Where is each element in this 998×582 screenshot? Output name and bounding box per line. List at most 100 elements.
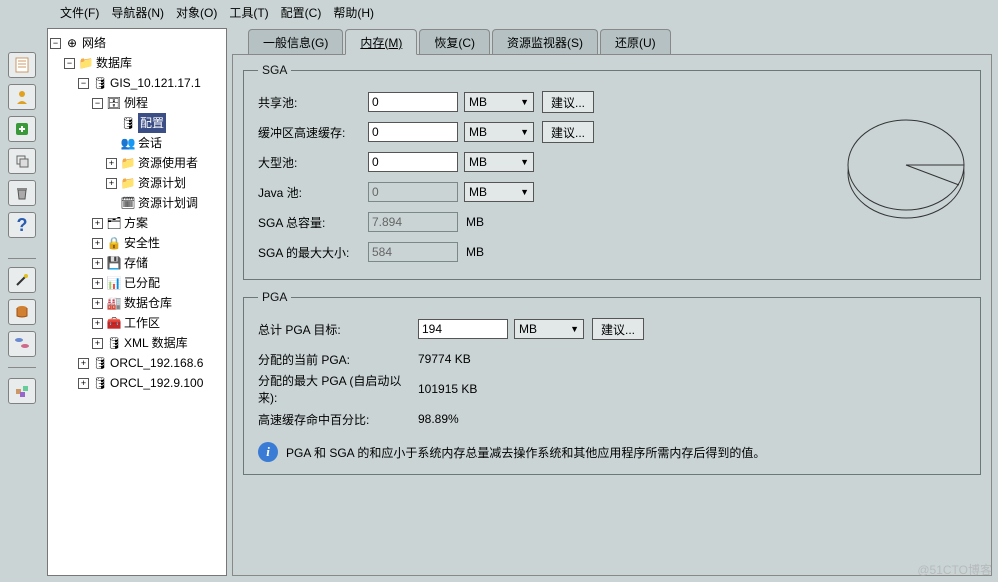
- content-area: 一般信息(G) 内存(M) 恢复(C) 资源监视器(S) 还原(U) SGA 共…: [230, 24, 998, 580]
- schema-icon: 🗂: [106, 215, 122, 231]
- network-icon: ⊕: [64, 35, 80, 51]
- menu-bar: 文件(F) 导航器(N) 对象(O) 工具(T) 配置(C) 帮助(H): [0, 0, 998, 24]
- sga-total-label: SGA 总容量:: [258, 214, 368, 231]
- buffer-cache-unit[interactable]: MB▼: [464, 122, 534, 142]
- tree-storage[interactable]: +💾存储: [50, 253, 224, 273]
- tool-wand-icon[interactable]: [8, 267, 36, 293]
- tree-resource-plan-sched[interactable]: 🗓资源计划调: [50, 193, 224, 213]
- shared-pool-input[interactable]: [368, 92, 458, 112]
- tree-xmldb[interactable]: +🛢XML 数据库: [50, 333, 224, 353]
- tool-clone-icon[interactable]: [8, 148, 36, 174]
- menu-file[interactable]: 文件(F): [60, 4, 99, 20]
- shared-pool-unit[interactable]: MB▼: [464, 92, 534, 112]
- folder-icon: 📁: [120, 175, 136, 191]
- tree-orcl2[interactable]: +🛢ORCL_192.9.100: [50, 373, 224, 393]
- menu-tools[interactable]: 工具(T): [229, 4, 268, 20]
- workspace-icon: 🧰: [106, 315, 122, 331]
- pga-group: PGA 总计 PGA 目标: MB▼ 建议... 分配的当前 PGA:79774…: [243, 290, 981, 475]
- sga-total-unit: MB: [466, 215, 484, 229]
- chevron-down-icon: ▼: [520, 97, 529, 107]
- dw-icon: 🏭: [106, 295, 122, 311]
- sga-total-value: [368, 212, 458, 232]
- large-pool-label: 大型池:: [258, 154, 368, 171]
- tool-servers-icon[interactable]: [8, 331, 36, 357]
- sga-legend: SGA: [258, 63, 291, 77]
- pga-target-input[interactable]: [418, 319, 508, 339]
- menu-help[interactable]: 帮助(H): [333, 4, 374, 20]
- left-toolbar: ?: [0, 24, 44, 580]
- memory-pane: SGA 共享池: MB▼ 建议... 缓冲区高速缓存: MB▼ 建议... 大型…: [232, 54, 992, 576]
- tree-resource-user[interactable]: +📁资源使用者: [50, 153, 224, 173]
- tool-delete-icon[interactable]: [8, 180, 36, 206]
- pga-max-label: 分配的最大 PGA (自启动以来):: [258, 372, 418, 406]
- folder-icon: 📁: [78, 55, 94, 71]
- menu-object[interactable]: 对象(O): [176, 4, 217, 20]
- pga-current-value: 79774 KB: [418, 352, 471, 366]
- tree-gis[interactable]: −🛢GIS_10.121.17.1: [50, 73, 224, 93]
- tool-db-icon[interactable]: [8, 299, 36, 325]
- tab-memory[interactable]: 内存(M): [345, 29, 417, 55]
- menu-navigator[interactable]: 导航器(N): [111, 4, 164, 20]
- tree-schema[interactable]: +🗂方案: [50, 213, 224, 233]
- tab-bar: 一般信息(G) 内存(M) 恢复(C) 资源监视器(S) 还原(U): [248, 28, 992, 54]
- tree-security[interactable]: +🔒安全性: [50, 233, 224, 253]
- large-pool-unit[interactable]: MB▼: [464, 152, 534, 172]
- buffer-cache-advise-button[interactable]: 建议...: [542, 121, 594, 143]
- pga-hit-label: 高速缓存命中百分比:: [258, 411, 418, 428]
- pga-legend: PGA: [258, 290, 291, 304]
- pga-target-label: 总计 PGA 目标:: [258, 321, 418, 338]
- folder-icon: 📁: [120, 155, 136, 171]
- watermark: @51CTO博客: [917, 561, 992, 578]
- alloc-icon: 📊: [106, 275, 122, 291]
- tree-allocated[interactable]: +📊已分配: [50, 273, 224, 293]
- nav-tree: −⊕网络 −📁数据库 −🛢GIS_10.121.17.1 −🗄例程 🛢配置 👥会…: [47, 28, 227, 576]
- tree-orcl1[interactable]: +🛢ORCL_192.168.6: [50, 353, 224, 373]
- lock-icon: 🔒: [106, 235, 122, 251]
- tree-instance[interactable]: −🗄例程: [50, 93, 224, 113]
- java-pool-unit[interactable]: MB▼: [464, 182, 534, 202]
- pga-advise-button[interactable]: 建议...: [592, 318, 644, 340]
- pga-target-unit[interactable]: MB▼: [514, 319, 584, 339]
- db-icon: 🛢: [92, 375, 108, 391]
- tool-report-icon[interactable]: [8, 52, 36, 78]
- info-note: i PGA 和 SGA 的和应小于系统内存总量减去操作系统和其他应用程序所需内存…: [258, 442, 966, 462]
- tool-help-icon[interactable]: ?: [8, 212, 36, 238]
- sga-max-unit: MB: [466, 245, 484, 259]
- tab-recovery[interactable]: 恢复(C): [419, 29, 490, 55]
- tree-resource-plan[interactable]: +📁资源计划: [50, 173, 224, 193]
- large-pool-input[interactable]: [368, 152, 458, 172]
- tool-add-icon[interactable]: [8, 116, 36, 142]
- info-text: PGA 和 SGA 的和应小于系统内存总量减去操作系统和其他应用程序所需内存后得…: [286, 444, 765, 461]
- sga-max-value: [368, 242, 458, 262]
- tab-general[interactable]: 一般信息(G): [248, 29, 343, 55]
- db-icon: 🛢: [92, 75, 108, 91]
- tree-sessions[interactable]: 👥会话: [50, 133, 224, 153]
- xml-icon: 🛢: [106, 335, 122, 351]
- menu-config[interactable]: 配置(C): [281, 4, 322, 20]
- tree-config[interactable]: 🛢配置: [50, 113, 224, 133]
- chevron-down-icon: ▼: [520, 127, 529, 137]
- tree-network[interactable]: −⊕网络: [50, 33, 224, 53]
- storage-icon: 💾: [106, 255, 122, 271]
- chevron-down-icon: ▼: [570, 324, 579, 334]
- java-pool-label: Java 池:: [258, 184, 368, 201]
- chevron-down-icon: ▼: [520, 157, 529, 167]
- tool-user-icon[interactable]: [8, 84, 36, 110]
- chevron-down-icon: ▼: [520, 187, 529, 197]
- tool-services-icon[interactable]: [8, 378, 36, 404]
- sga-max-label: SGA 的最大大小:: [258, 244, 368, 261]
- sga-pie-chart: [841, 115, 971, 225]
- tree-databases[interactable]: −📁数据库: [50, 53, 224, 73]
- tree-datawarehouse[interactable]: +🏭数据仓库: [50, 293, 224, 313]
- buffer-cache-input[interactable]: [368, 122, 458, 142]
- shared-pool-advise-button[interactable]: 建议...: [542, 91, 594, 113]
- java-pool-input: [368, 182, 458, 202]
- config-icon: 🛢: [120, 115, 136, 131]
- tab-undo[interactable]: 还原(U): [600, 29, 671, 55]
- tab-resmon[interactable]: 资源监视器(S): [492, 29, 598, 55]
- tree-workspace[interactable]: +🧰工作区: [50, 313, 224, 333]
- buffer-cache-label: 缓冲区高速缓存:: [258, 124, 368, 141]
- session-icon: 👥: [120, 135, 136, 151]
- db-icon: 🛢: [92, 355, 108, 371]
- info-icon: i: [258, 442, 278, 462]
